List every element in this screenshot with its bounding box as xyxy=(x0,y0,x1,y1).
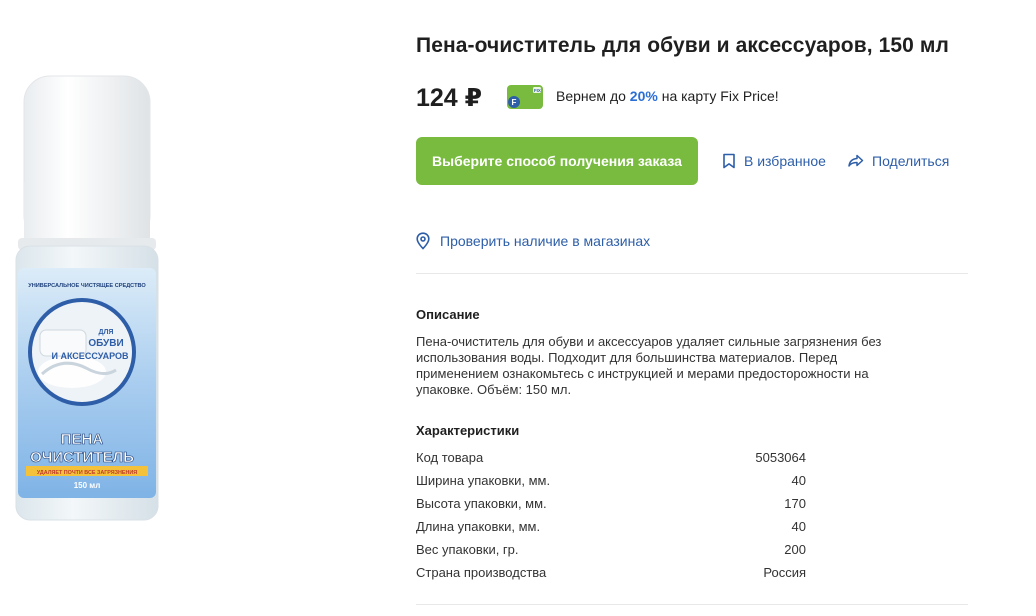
characteristics-row: Высота упаковки, мм. 170 xyxy=(416,496,806,519)
characteristics-title: Характеристики xyxy=(416,423,520,438)
characteristic-value: 5053064 xyxy=(755,450,806,465)
characteristic-key: Ширина упаковки, мм. xyxy=(416,473,551,488)
characteristic-value: 170 xyxy=(784,496,806,511)
label-for: ДЛЯ xyxy=(99,329,114,336)
product-price: 124 ₽ xyxy=(416,84,483,112)
label-line2: И АКСЕССУАРОВ xyxy=(51,351,129,361)
divider xyxy=(416,604,968,605)
characteristic-key: Вес упаковки, гр. xyxy=(416,542,519,557)
label-top-line: УНИВЕРСАЛЬНОЕ ЧИСТЯЩЕЕ СРЕДСТВО xyxy=(28,283,146,289)
characteristic-key: Страна производства xyxy=(416,565,547,580)
divider xyxy=(416,273,968,274)
check-stock-link[interactable]: Проверить наличие в магазинах xyxy=(416,231,650,251)
characteristics-table: Код товара 5053064 Ширина упаковки, мм. … xyxy=(416,450,806,588)
label-line1: ОБУВИ xyxy=(88,338,123,349)
share-link[interactable]: Поделиться xyxy=(848,151,949,171)
characteristic-key: Высота упаковки, мм. xyxy=(416,496,547,511)
label-volume: 150 мл xyxy=(74,481,101,490)
characteristics-row: Вес упаковки, гр. 200 xyxy=(416,542,806,565)
characteristic-value: Россия xyxy=(763,565,806,580)
product-title: Пена-очиститель для обуви и аксессуаров,… xyxy=(416,34,949,57)
check-stock-label: Проверить наличие в магазинах xyxy=(440,233,651,249)
characteristic-value: 200 xyxy=(784,542,806,557)
cashback-suffix: на карту Fix Price! xyxy=(657,88,779,104)
choose-delivery-button[interactable]: Выберите способ получения заказа xyxy=(416,137,698,185)
cashback-text: Вернем до 20% на карту Fix Price! xyxy=(556,88,779,104)
bookmark-icon xyxy=(723,153,735,169)
location-pin-icon xyxy=(416,232,430,250)
add-to-favorites-link[interactable]: В избранное xyxy=(722,151,826,171)
characteristic-key: Код товара xyxy=(416,450,484,465)
characteristics-row: Код товара 5053064 xyxy=(416,450,806,473)
description-text: Пена-очиститель для обуви и аксессуаров … xyxy=(416,334,882,397)
card-letter: F xyxy=(512,98,517,107)
product-image: УНИВЕРСАЛЬНОЕ ЧИСТЯЩЕЕ СРЕДСТВО ДЛЯ ОБУВ… xyxy=(12,72,162,524)
card-fix-text: FIX xyxy=(534,88,541,93)
characteristics-row: Ширина упаковки, мм. 40 xyxy=(416,473,806,496)
characteristics-row: Длина упаковки, мм. 40 xyxy=(416,519,806,542)
share-label: Поделиться xyxy=(872,153,950,169)
label-name1: ПЕНА xyxy=(61,431,104,448)
price-row: 124 ₽ FIX F Вернем до 20% на карту Fix P… xyxy=(416,82,1016,116)
label-name2: ОЧИСТИТЕЛЬ xyxy=(30,449,134,466)
fix-price-card-icon: FIX F xyxy=(506,84,544,110)
characteristic-key: Длина упаковки, мм. xyxy=(416,519,541,534)
foam-bottle-illustration: УНИВЕРСАЛЬНОЕ ЧИСТЯЩЕЕ СРЕДСТВО ДЛЯ ОБУВ… xyxy=(15,75,159,521)
cashback-percent: 20% xyxy=(629,88,658,104)
share-arrow-icon xyxy=(848,154,864,167)
description-title: Описание xyxy=(416,307,480,322)
characteristic-value: 40 xyxy=(791,519,806,534)
characteristics-row: Страна производства Россия xyxy=(416,565,806,588)
cashback-prefix: Вернем до xyxy=(556,88,630,104)
characteristic-value: 40 xyxy=(791,473,806,488)
favorites-label: В избранное xyxy=(744,153,826,169)
label-tagline: УДАЛЯЕТ ПОЧТИ ВСЕ ЗАГРЯЗНЕНИЯ xyxy=(37,470,137,476)
